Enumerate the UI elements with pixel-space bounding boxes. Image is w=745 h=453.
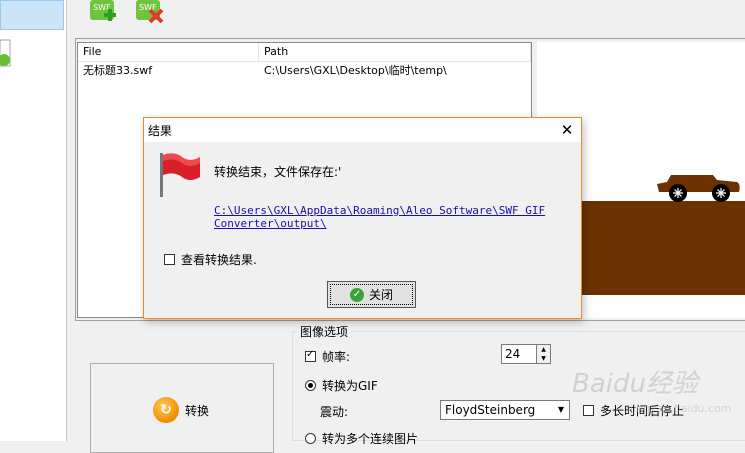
convert-button-content: ↻ 转换 (153, 397, 210, 423)
row-file-path: C:\Users\GXL\Desktop\临时\temp\ (264, 64, 447, 77)
close-button[interactable]: ✓ 关闭 (327, 281, 416, 308)
file-list-header: File Path (78, 43, 531, 62)
view-result-row: 查看转换结果. (164, 251, 257, 268)
convert-multi-radio[interactable] (305, 433, 316, 444)
spinner-down-icon[interactable]: ▼ (537, 354, 550, 363)
chevron-down-icon[interactable]: ▼ (553, 401, 569, 419)
add-swf-button[interactable]: SWF (88, 0, 120, 28)
swf-file-icon[interactable] (0, 38, 12, 68)
dither-select[interactable]: FloydSteinberg ▼ (440, 400, 570, 420)
column-header-path[interactable]: Path (259, 43, 531, 61)
convert-multi-row: 转为多个连续图片 (305, 430, 418, 447)
watermark-text: Baidu经验 (572, 369, 701, 399)
convert-to-gif-row: 转换为GIF (305, 377, 378, 394)
column-header-file[interactable]: File (78, 43, 259, 61)
dither-label: 震动: (320, 405, 349, 419)
left-selected-item[interactable] (0, 0, 64, 30)
dialog-message: 转换结束，文件保存在:' (214, 165, 342, 179)
convert-button[interactable]: ↻ 转换 (90, 363, 274, 453)
spinner-up-icon[interactable]: ▲ (537, 345, 550, 354)
row-file-name: 无标题33.swf (83, 64, 153, 77)
convert-icon: ↻ (153, 397, 179, 423)
convert-button-label: 转换 (185, 403, 210, 418)
convert-to-gif-label: 转换为GIF (322, 379, 378, 393)
convert-multi-label: 转为多个连续图片 (322, 432, 419, 446)
output-path-link[interactable]: C:\Users\GXL\AppData\Roaming\Aleo Softwa… (214, 204, 559, 230)
baidu-watermark: Baidu经验 jingyan.baidu.com (570, 358, 745, 418)
frame-rate-label: 帧率: (322, 350, 351, 364)
view-result-checkbox[interactable] (164, 254, 175, 265)
close-button-label: 关闭 (368, 288, 393, 302)
view-result-label: 查看转换结果. (181, 253, 257, 267)
frame-rate-input[interactable]: 24 (501, 344, 537, 364)
close-icon[interactable]: ✕ (552, 118, 582, 142)
frame-rate-checkbox[interactable] (305, 349, 316, 362)
image-options-title: 图像选项 (297, 323, 352, 340)
watermark-sub: jingyan.baidu.com (629, 402, 732, 415)
red-flag-icon (156, 151, 202, 199)
frame-rate-row: 帧率: (305, 348, 350, 365)
dialog-title: 结果 (148, 124, 173, 138)
file-list-row[interactable]: 无标题33.swf C:\Users\GXL\Desktop\临时\temp\ (78, 62, 531, 80)
dither-select-value: FloydSteinberg (445, 403, 536, 417)
convert-to-gif-radio[interactable] (305, 380, 316, 391)
spinner-buttons[interactable]: ▲ ▼ (537, 344, 551, 364)
frame-rate-spinner[interactable]: 24 ▲ ▼ (501, 344, 551, 364)
remove-swf-button[interactable]: SWF (134, 0, 166, 28)
toolbar (67, 0, 745, 36)
car-graphic (657, 175, 740, 202)
result-dialog: 结果 ✕ 转换结束，文件保存在:' C:\Users\GXL\AppData\R… (143, 117, 582, 319)
remove-swf-text: SWF (139, 3, 157, 12)
check-icon: ✓ (349, 287, 364, 302)
dialog-titlebar[interactable]: 结果 ✕ (144, 118, 581, 142)
